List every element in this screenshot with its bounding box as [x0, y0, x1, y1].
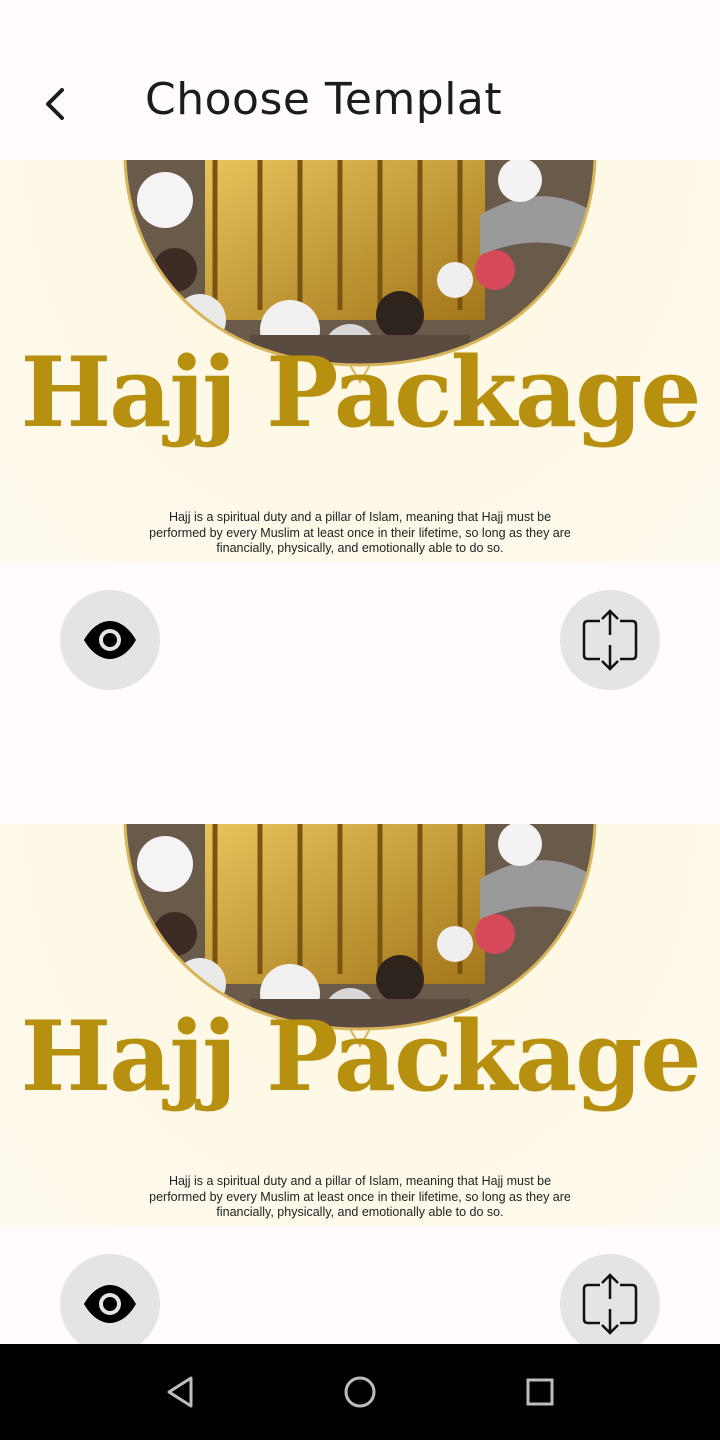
expand-arrows-icon [582, 1273, 638, 1335]
app-bar: Choose Templat [0, 48, 720, 160]
system-nav-bar [0, 1344, 720, 1440]
template-list[interactable]: Hajj Package Hajj is a spiritual duty an… [0, 160, 720, 1344]
preview-button[interactable] [60, 590, 160, 690]
triangle-back-icon [167, 1376, 193, 1408]
square-recents-icon [526, 1378, 554, 1406]
eye-icon [84, 1285, 136, 1323]
nav-recents-button[interactable] [516, 1368, 564, 1416]
template-description: Hajj is a spiritual duty and a pillar of… [149, 510, 571, 555]
page-title: Choose Templat [145, 74, 503, 125]
template-preview-image[interactable]: Hajj Package Hajj is a spiritual duty an… [0, 160, 720, 562]
status-bar [0, 0, 720, 48]
template-headline: Hajj Package [20, 336, 702, 449]
resize-button[interactable] [560, 590, 660, 690]
expand-arrows-icon [582, 609, 638, 671]
nav-back-button[interactable] [156, 1368, 204, 1416]
nav-home-button[interactable] [336, 1368, 384, 1416]
template-preview-image[interactable]: Hajj Package Hajj is a spiritual duty an… [0, 824, 720, 1226]
resize-button[interactable] [560, 1254, 660, 1344]
eye-icon [84, 621, 136, 659]
back-button[interactable] [24, 80, 88, 128]
chevron-left-icon [46, 88, 64, 120]
template-description: Hajj is a spiritual duty and a pillar of… [149, 1174, 571, 1219]
preview-button[interactable] [60, 1254, 160, 1344]
circle-home-icon [344, 1376, 376, 1408]
template-headline: Hajj Package [20, 1000, 702, 1113]
